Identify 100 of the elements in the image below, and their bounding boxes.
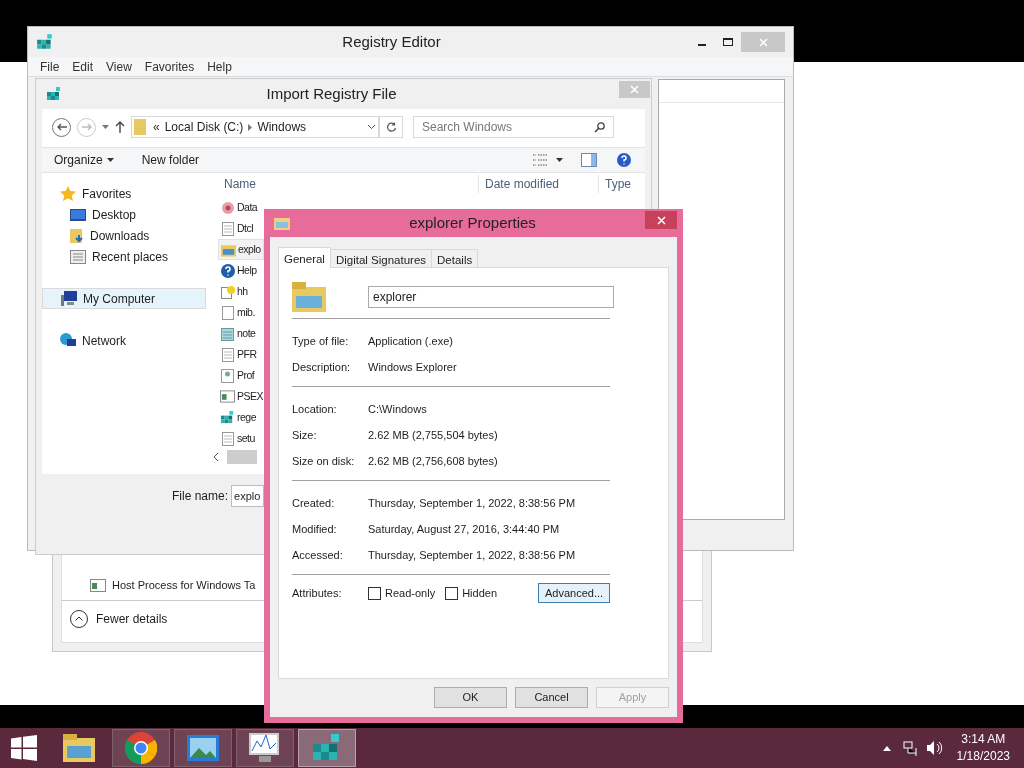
new-folder-button[interactable]: New folder [141, 151, 200, 169]
network-icon[interactable] [902, 740, 919, 756]
taskbar-button[interactable] [174, 729, 232, 767]
dropdown-icon[interactable] [556, 158, 563, 162]
up-arrow-icon[interactable] [115, 121, 125, 133]
field-value: Thursday, September 1, 2022, 8:38:56 PM [368, 547, 576, 563]
process-name[interactable]: Host Process for Windows Ta [112, 576, 256, 594]
checkbox[interactable] [445, 586, 459, 600]
menu-item[interactable]: Edit [72, 57, 94, 76]
recent-places-icon [70, 249, 86, 264]
cubes-icon [36, 33, 54, 51]
field-value: Windows Explorer [368, 359, 457, 375]
menu-item[interactable]: View [106, 57, 132, 76]
speaker-icon[interactable] [926, 741, 943, 755]
close-button[interactable] [645, 211, 677, 229]
folder-icon [292, 282, 326, 312]
show-hidden-icons-icon[interactable] [882, 745, 891, 751]
left-arrow-icon [56, 123, 67, 131]
list-entry[interactable]: PFR [218, 344, 264, 365]
list-entry[interactable]: Data [218, 197, 264, 218]
column-header[interactable]: Date modified [478, 175, 598, 193]
blank-page-icon [221, 305, 234, 320]
menu-item[interactable]: Help [207, 57, 232, 76]
refresh-icon [385, 121, 397, 133]
taskbar-button[interactable] [236, 729, 294, 767]
document-icon [221, 431, 234, 446]
nav-item[interactable]: Downloads [42, 225, 206, 246]
fewer-details-link[interactable]: Fewer details [96, 609, 168, 628]
document-icon [221, 221, 234, 236]
list-entry[interactable]: explo [218, 239, 264, 260]
advanced-button[interactable]: Advanced... [538, 583, 610, 603]
field-label: Description: [292, 359, 352, 375]
file-name-field[interactable]: explo [231, 485, 265, 507]
dialog-button[interactable]: OK [434, 687, 507, 708]
dialog-button[interactable]: Cancel [515, 687, 588, 708]
search-input[interactable]: Search Windows [414, 117, 594, 137]
window-title: Registry Editor [341, 31, 442, 52]
window-icon [220, 390, 235, 403]
list-entry[interactable]: setu [218, 428, 264, 449]
monitor-icon [70, 208, 86, 221]
tab[interactable]: General [278, 247, 331, 268]
refresh-button[interactable] [379, 116, 403, 138]
nav-item[interactable]: Network [42, 330, 206, 351]
field-label: Created: [292, 495, 336, 511]
column-header[interactable]: Name [218, 175, 478, 193]
recent-locations-icon[interactable] [102, 125, 109, 129]
checkbox[interactable] [368, 586, 381, 600]
clock[interactable]: 3:14 AM 1/18/2023 [956, 731, 1010, 765]
column-header[interactable]: Type [598, 175, 631, 193]
help-icon[interactable] [617, 153, 631, 167]
dialog-title: Import Registry File [265, 83, 398, 104]
field-label: Type of file: [292, 333, 350, 349]
computer-icon [61, 291, 77, 306]
close-icon [630, 85, 639, 94]
settings-document-icon [221, 368, 234, 383]
flower-icon [220, 200, 235, 215]
organize-menu[interactable]: Organize [54, 151, 114, 169]
search-field[interactable]: Search Windows [413, 116, 614, 138]
list-entry[interactable]: Prof [218, 365, 264, 386]
close-icon [656, 215, 666, 225]
field-value: Saturday, August 27, 2016, 3:44:40 PM [368, 521, 560, 537]
notepad-icon [221, 326, 234, 341]
list-entry[interactable]: note [218, 323, 264, 344]
network-icon [60, 333, 76, 348]
menu-item[interactable]: Favorites [144, 57, 195, 76]
tab[interactable]: Digital Signatures [329, 249, 433, 267]
close-icon [758, 37, 768, 47]
preview-pane-icon[interactable] [581, 153, 597, 167]
nav-item[interactable]: Desktop [42, 204, 206, 225]
checkbox-label: Hidden [462, 585, 497, 601]
scroll-left-icon[interactable] [213, 453, 219, 461]
name-field[interactable]: explorer [368, 286, 614, 308]
cubes-icon [46, 86, 62, 102]
document-icon [221, 347, 234, 362]
nav-item[interactable]: My Computer [42, 288, 206, 309]
nav-item[interactable]: Favorites [42, 183, 206, 204]
field-value: 2.62 MB (2,755,504 bytes) [368, 427, 498, 443]
list-entry[interactable]: mib. [218, 302, 264, 323]
menu-item[interactable]: File [40, 57, 60, 76]
field-value: 2.62 MB (2,756,608 bytes) [368, 453, 498, 469]
list-entry[interactable]: PSEX [218, 386, 264, 407]
scrollbar-thumb[interactable] [227, 450, 257, 464]
field-value: C:\Windows [368, 401, 427, 417]
field-label: Accessed: [292, 547, 344, 563]
nav-item[interactable]: Recent places [42, 246, 206, 267]
list-entry[interactable]: hh [218, 281, 264, 302]
field-value: Application (.exe) [368, 333, 453, 349]
folder-icon [221, 242, 236, 257]
chrome-logo-icon [125, 732, 157, 764]
question-document-icon [220, 284, 235, 299]
tab[interactable]: Details [431, 249, 479, 267]
time-text: 3:14 AM [961, 731, 1006, 748]
list-entry[interactable]: Help [218, 260, 264, 281]
list-entry[interactable]: Dtcl [218, 218, 264, 239]
folder-icon [70, 228, 84, 243]
address-bar[interactable]: « Local Disk (C:) Windows [131, 116, 379, 138]
folder-icon [63, 734, 95, 762]
field-label: Size on disk: [292, 453, 356, 469]
list-entry[interactable]: rege [218, 407, 264, 428]
taskbar-button[interactable] [112, 729, 170, 767]
